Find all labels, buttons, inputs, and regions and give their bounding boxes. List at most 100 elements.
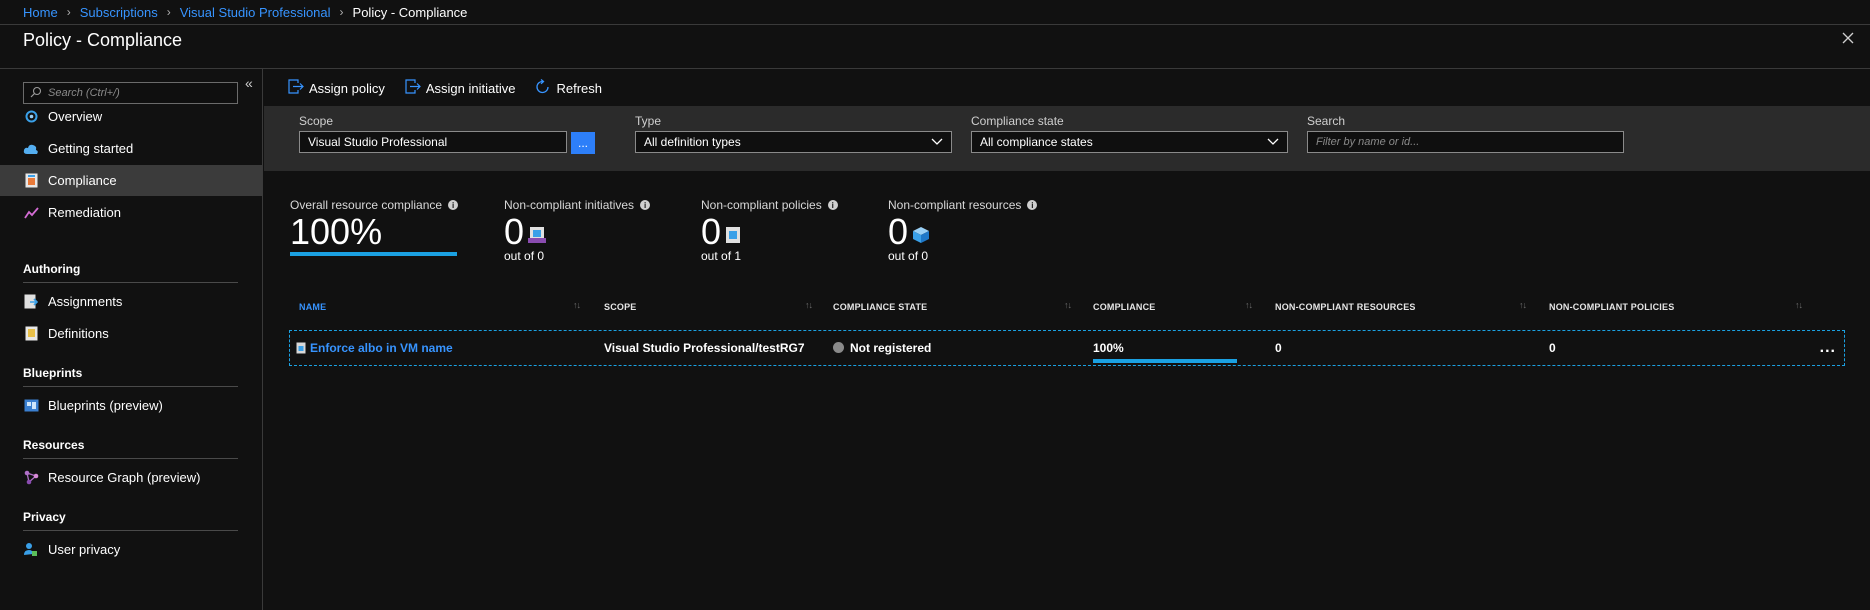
row-name: Enforce albo in VM name	[310, 341, 453, 355]
section-heading-resources: Resources	[23, 438, 85, 452]
column-header-non-compliant-policies[interactable]: NON-COMPLIANT POLICIES	[1549, 302, 1674, 312]
sidebar-item-user-privacy[interactable]: User privacy	[0, 534, 262, 565]
remediation-icon	[23, 205, 39, 221]
collapse-sidebar-icon[interactable]: «	[245, 75, 253, 91]
row-non-compliant-resources: 0	[1275, 341, 1282, 355]
sidebar-item-label: Resource Graph (preview)	[48, 470, 201, 485]
scope-picker-button[interactable]: ...	[571, 132, 595, 154]
divider	[0, 24, 1870, 25]
search-label: Search	[1307, 114, 1346, 128]
sidebar-item-overview[interactable]: Overview	[0, 101, 262, 132]
policy-icon	[296, 342, 306, 357]
column-header-compliance-state[interactable]: COMPLIANCE STATE	[833, 302, 927, 312]
more-options-button[interactable]: ...	[1820, 339, 1836, 357]
stat-value: 100%	[290, 211, 383, 252]
search-placeholder: Filter by name or id...	[1316, 136, 1420, 148]
overall-compliance-stat: Overall resource compliance i 100%	[290, 198, 459, 256]
type-value: All definition types	[644, 135, 741, 149]
column-header-compliance[interactable]: COMPLIANCE	[1093, 302, 1156, 312]
chevron-right-icon: ›	[166, 5, 171, 19]
stat-label: Non-compliant initiatives	[504, 198, 635, 212]
sort-icon[interactable]: ↑↓	[573, 300, 581, 310]
breadcrumb-home-link[interactable]: Home	[23, 5, 58, 20]
sort-icon[interactable]: ↑↓	[1064, 300, 1072, 310]
assignments-icon	[23, 294, 39, 310]
sidebar-item-remediation[interactable]: Remediation	[0, 197, 262, 228]
sidebar-item-resource-graph[interactable]: Resource Graph (preview)	[0, 462, 262, 493]
scope-value: Visual Studio Professional	[308, 135, 448, 149]
search-input[interactable]: Filter by name or id...	[1307, 131, 1624, 153]
command-bar: Assign policy Assign initiative Refresh	[288, 76, 602, 100]
divider	[23, 386, 238, 387]
refresh-label: Refresh	[556, 80, 603, 96]
info-icon[interactable]: i	[827, 200, 838, 210]
stat-value: 0	[504, 211, 525, 252]
sidebar-item-getting-started[interactable]: Getting started	[0, 133, 262, 164]
compliance-progress-bar	[290, 252, 457, 256]
initiative-icon	[528, 212, 547, 252]
scope-filter: Scope Visual Studio Professional	[299, 114, 567, 153]
stat-value: 0	[888, 211, 909, 252]
stat-value: 0	[701, 211, 722, 252]
stat-subtext: out of 0	[888, 249, 929, 263]
divider	[0, 68, 1870, 69]
column-header-name[interactable]: NAME	[299, 302, 326, 312]
sidebar-item-label: User privacy	[48, 542, 121, 557]
non-compliant-resources-stat: Non-compliant resources i 0 out of 0	[888, 198, 1038, 263]
stat-label: Non-compliant resources	[888, 198, 1022, 212]
info-icon[interactable]: i	[448, 200, 459, 210]
breadcrumb: Home › Subscriptions › Visual Studio Pro…	[23, 3, 467, 21]
divider	[23, 458, 238, 459]
overview-icon	[23, 109, 39, 125]
column-header-non-compliant-resources[interactable]: NON-COMPLIANT RESOURCES	[1275, 302, 1416, 312]
page-title: Policy - Compliance	[23, 30, 183, 50]
row-name-link[interactable]: Enforce albo in VM name	[296, 341, 453, 357]
assign-icon	[405, 79, 426, 97]
assign-policy-button[interactable]: Assign policy	[288, 79, 385, 97]
user-privacy-icon	[23, 542, 39, 558]
refresh-button[interactable]: Refresh	[535, 78, 603, 98]
sidebar-item-definitions[interactable]: Definitions	[0, 318, 262, 349]
sidebar-search-input[interactable]	[48, 87, 228, 99]
scope-field[interactable]: Visual Studio Professional	[299, 131, 567, 153]
info-icon[interactable]: i	[1027, 200, 1038, 210]
type-label: Type	[635, 114, 662, 128]
sort-icon[interactable]: ↑↓	[805, 300, 813, 310]
sidebar-item-compliance[interactable]: Compliance	[0, 165, 262, 196]
row-compliance-bar	[1093, 359, 1237, 363]
sort-icon[interactable]: ↑↓	[1245, 300, 1253, 310]
breadcrumb-subscriptions-link[interactable]: Subscriptions	[80, 5, 158, 20]
compliance-state-label: Compliance state	[971, 114, 1064, 128]
sort-icon[interactable]: ↑↓	[1795, 300, 1803, 310]
type-dropdown[interactable]: All definition types	[635, 131, 952, 153]
column-header-scope[interactable]: SCOPE	[604, 302, 637, 312]
assign-initiative-button[interactable]: Assign initiative	[405, 79, 516, 97]
sidebar-item-label: Compliance	[48, 173, 117, 188]
breadcrumb-current: Policy - Compliance	[352, 4, 468, 20]
sidebar-item-blueprints[interactable]: Blueprints (preview)	[0, 390, 262, 421]
table-row[interactable]: Enforce albo in VM name Visual Studio Pr…	[289, 330, 1845, 366]
breadcrumb-subscription-link[interactable]: Visual Studio Professional	[180, 5, 331, 20]
row-non-compliant-policies: 0	[1549, 341, 1556, 355]
row-compliance-state: Not registered	[833, 341, 931, 355]
blueprints-icon	[23, 398, 39, 414]
stat-label: Non-compliant policies	[701, 198, 822, 212]
sidebar-item-label: Blueprints (preview)	[48, 398, 163, 413]
sort-icon[interactable]: ↑↓	[1519, 300, 1527, 310]
cube-icon	[912, 212, 930, 252]
sidebar: « Overview Getting started Compliance Re…	[0, 69, 263, 610]
type-filter: Type All definition types	[635, 114, 952, 153]
search-icon	[30, 86, 42, 101]
assign-initiative-label: Assign initiative	[425, 80, 516, 96]
sidebar-item-assignments[interactable]: Assignments	[0, 286, 262, 317]
compliance-state-value: All compliance states	[980, 135, 1093, 149]
row-scope: Visual Studio Professional/testRG7	[604, 341, 805, 355]
sidebar-item-label: Remediation	[48, 205, 121, 220]
stat-subtext: out of 0	[504, 249, 545, 263]
compliance-state-dropdown[interactable]: All compliance states	[971, 131, 1288, 153]
close-icon[interactable]	[1838, 28, 1858, 48]
info-icon[interactable]: i	[640, 200, 651, 210]
assign-icon	[288, 79, 309, 97]
sidebar-item-label: Definitions	[48, 326, 109, 341]
chevron-right-icon: ›	[339, 5, 344, 19]
